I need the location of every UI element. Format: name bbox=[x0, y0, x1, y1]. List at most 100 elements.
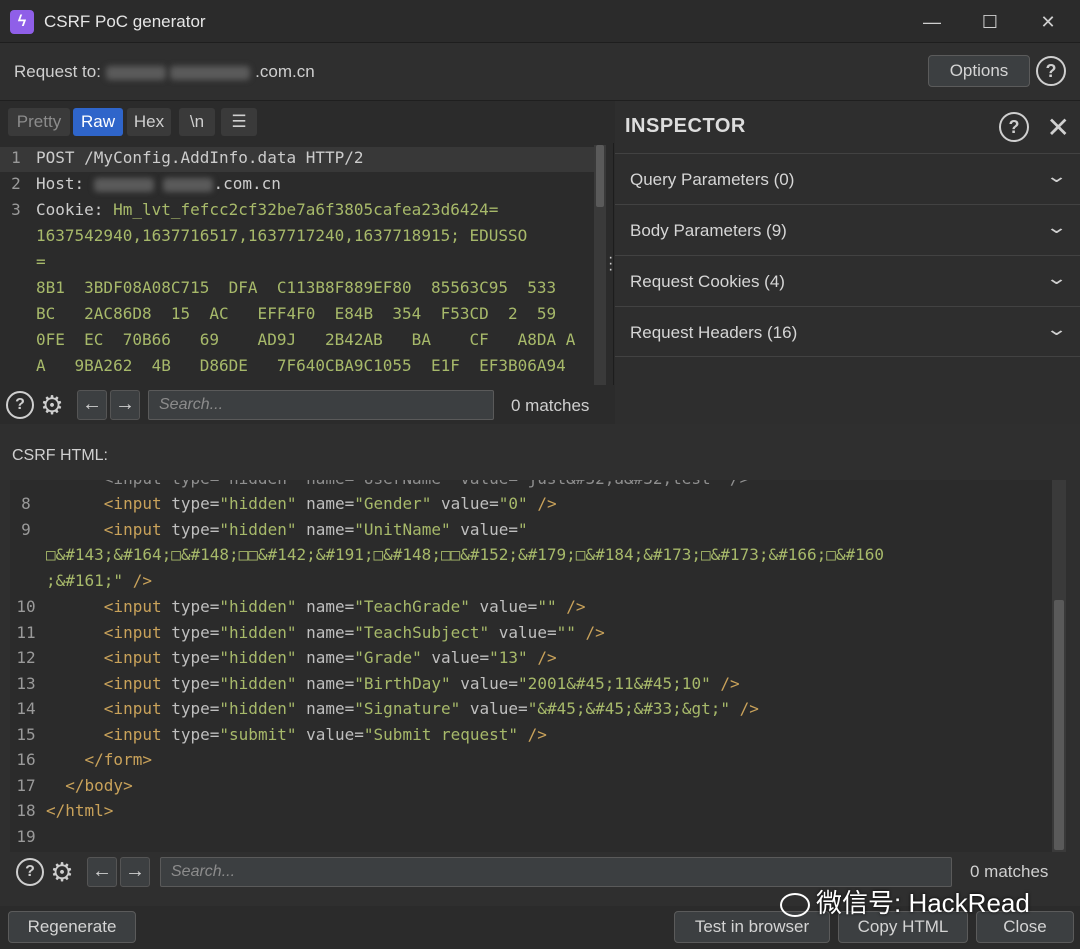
request-line: POST /MyConfig.AddInfo.data HTTP/2 bbox=[36, 148, 364, 167]
string: "BirthDay" bbox=[354, 674, 451, 693]
line-number: 15 bbox=[16, 725, 36, 744]
string: "hidden" bbox=[219, 699, 297, 718]
line-number: 16 bbox=[16, 750, 36, 769]
tag: </form> bbox=[84, 750, 152, 769]
tag: /> bbox=[720, 674, 740, 693]
cookie-value-line: BC 2AC86D8 15 AC EFF4F0 E84B 354 F53CD 2… bbox=[36, 304, 557, 323]
attr: name= bbox=[306, 597, 355, 616]
host-value: .com.cn bbox=[213, 174, 281, 193]
string: "Signature" bbox=[354, 699, 461, 718]
tab-raw[interactable]: Raw bbox=[73, 108, 123, 136]
close-window-button[interactable]: ✕ bbox=[1028, 8, 1068, 36]
next-match-button[interactable]: → bbox=[110, 390, 140, 420]
help-icon[interactable]: ? bbox=[1036, 56, 1066, 86]
close-html: </html> bbox=[46, 801, 113, 826]
host-key: Host: bbox=[36, 174, 94, 193]
attr: type= bbox=[171, 623, 220, 642]
scrollbar-thumb[interactable] bbox=[596, 145, 604, 207]
title-bar: ϟ CSRF PoC generator — ☐ ✕ bbox=[0, 0, 1080, 43]
watermark-text: 微信号: HackRead bbox=[816, 888, 1030, 918]
scrollbar-thumb[interactable] bbox=[1054, 600, 1064, 850]
line-number: 8 bbox=[21, 494, 31, 513]
request-match-count: 0 matches bbox=[511, 396, 590, 415]
attr: name= bbox=[306, 699, 355, 718]
newline-toggle[interactable]: \n bbox=[179, 108, 215, 136]
line-number: 12 bbox=[16, 648, 36, 667]
section-label: Request Headers (16) bbox=[630, 323, 798, 342]
attr: type= bbox=[171, 674, 220, 693]
line-number: 11 bbox=[16, 623, 36, 642]
line-number: 9 bbox=[21, 520, 31, 539]
inspector-title: INSPECTOR bbox=[625, 115, 746, 137]
help-icon[interactable]: ? bbox=[16, 858, 44, 886]
inspector-section-body-params[interactable]: Body Parameters (9) ⌄ bbox=[615, 204, 1080, 255]
tab-hex[interactable]: Hex bbox=[127, 108, 171, 136]
line-number: 18 bbox=[16, 801, 36, 820]
tag: /> bbox=[132, 571, 152, 590]
options-button[interactable]: Options bbox=[928, 55, 1030, 87]
tag: /> bbox=[585, 623, 605, 642]
next-match-button[interactable]: → bbox=[120, 857, 150, 887]
tag: <input bbox=[103, 674, 162, 693]
input-gender: <input type="hidden" name="Gender" value… bbox=[46, 494, 557, 519]
minimize-button[interactable]: — bbox=[912, 8, 952, 36]
csrf-match-count: 0 matches bbox=[970, 862, 1049, 881]
string: "Gender" bbox=[354, 494, 432, 513]
attr: type= bbox=[171, 494, 220, 513]
request-code[interactable]: 1 2 3 POST /MyConfig.AddInfo.data HTTP/2… bbox=[0, 145, 594, 385]
tab-pretty[interactable]: Pretty bbox=[8, 108, 70, 136]
close-body: </body> bbox=[46, 776, 132, 801]
maximize-button[interactable]: ☐ bbox=[970, 8, 1010, 36]
tag: <input bbox=[103, 699, 162, 718]
vertical-splitter-handle[interactable]: · · · bbox=[608, 250, 614, 278]
gear-icon[interactable]: ⚙ bbox=[38, 391, 66, 419]
string: "13" bbox=[489, 648, 528, 667]
unitname-value-end: ;&#161;" /> bbox=[46, 571, 152, 596]
attr: name= bbox=[306, 494, 355, 513]
attr: name= bbox=[306, 674, 355, 693]
string: "" bbox=[556, 623, 576, 642]
attr: name= bbox=[306, 648, 355, 667]
tag: /> bbox=[739, 699, 759, 718]
inspector-section-query-params[interactable]: Query Parameters (0) ⌄ bbox=[615, 153, 1080, 204]
inspector-help-icon[interactable]: ? bbox=[999, 112, 1029, 142]
unitname-value: □&#143;&#164;□&#148;□□&#142;&#191;□&#148… bbox=[46, 545, 885, 564]
input-grade: <input type="hidden" name="Grade" value=… bbox=[46, 648, 557, 673]
previous-match-button[interactable]: ← bbox=[77, 390, 107, 420]
input-teachgrade: <input type="hidden" name="TeachGrade" v… bbox=[46, 597, 586, 622]
string: "submit" bbox=[219, 725, 297, 744]
inspector-section-cookies[interactable]: Request Cookies (4) ⌄ bbox=[615, 255, 1080, 306]
request-search-input[interactable]: Search... bbox=[148, 390, 494, 420]
csrf-scrollbar[interactable] bbox=[1052, 480, 1066, 852]
line-number: 19 bbox=[16, 827, 36, 846]
redacted-host-part bbox=[93, 177, 154, 192]
string: "TeachGrade" bbox=[354, 597, 470, 616]
cookie-key: Cookie: bbox=[36, 200, 114, 219]
string: "hidden" bbox=[219, 597, 297, 616]
attr: value= bbox=[498, 623, 557, 642]
help-icon[interactable]: ? bbox=[6, 391, 34, 419]
input-unitname: <input type="hidden" name="UnitName" val… bbox=[46, 520, 528, 545]
inspector-close-icon[interactable]: ✕ bbox=[1047, 111, 1070, 144]
line-number: 2 bbox=[11, 174, 21, 193]
csrf-html-label: CSRF HTML: bbox=[12, 447, 108, 464]
tag: <input bbox=[103, 597, 162, 616]
line-number: 13 bbox=[16, 674, 36, 693]
request-host-suffix: .com.cn bbox=[255, 62, 315, 81]
cookie-value-line: 8B1 3BDF08A08C715 DFA C113B8F889EF80 855… bbox=[36, 278, 557, 297]
csrf-html-editor[interactable]: <input type="hidden" name="UserName" val… bbox=[10, 480, 1052, 852]
inspector-section-headers[interactable]: Request Headers (16) ⌄ bbox=[615, 306, 1080, 357]
menu-icon[interactable]: ☰ bbox=[221, 108, 257, 136]
tag: /> bbox=[537, 494, 557, 513]
string: "hidden" bbox=[219, 520, 297, 539]
gear-icon[interactable]: ⚙ bbox=[48, 858, 76, 886]
tag: <input bbox=[103, 494, 162, 513]
cookie-header: Cookie: Hm_lvt_fefcc2cf32be7a6f3805cafea… bbox=[36, 200, 498, 225]
previous-match-button[interactable]: ← bbox=[87, 857, 117, 887]
regenerate-button[interactable]: Regenerate bbox=[8, 911, 136, 943]
attr: value= bbox=[460, 520, 519, 539]
inspector-panel: INSPECTOR ? ✕ Query Parameters (0) ⌄ Bod… bbox=[615, 101, 1080, 424]
attr: type= bbox=[171, 520, 220, 539]
string: "Submit request" bbox=[363, 725, 519, 744]
request-scrollbar[interactable] bbox=[594, 145, 606, 385]
